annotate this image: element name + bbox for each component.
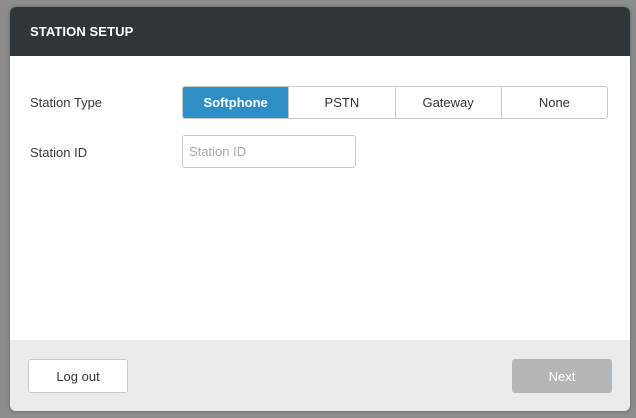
station-type-gateway-button[interactable]: Gateway bbox=[395, 87, 502, 118]
station-type-label: Station Type bbox=[30, 95, 103, 110]
dialog-header: STATION SETUP bbox=[10, 7, 630, 56]
logout-button[interactable]: Log out bbox=[28, 359, 128, 393]
station-type-softphone-button[interactable]: Softphone bbox=[183, 87, 290, 118]
station-type-segmented-control: Softphone PSTN Gateway None bbox=[182, 86, 608, 119]
station-type-pstn-button[interactable]: PSTN bbox=[289, 87, 396, 118]
dialog-title: STATION SETUP bbox=[30, 24, 134, 39]
dialog-footer: Log out Next bbox=[10, 340, 630, 411]
station-id-label: Station ID bbox=[30, 145, 88, 160]
next-button[interactable]: Next bbox=[512, 359, 612, 393]
station-setup-dialog: STATION SETUP Station Type Softphone PST… bbox=[10, 7, 630, 411]
station-id-input[interactable] bbox=[182, 135, 356, 168]
station-type-none-button[interactable]: None bbox=[501, 87, 607, 118]
